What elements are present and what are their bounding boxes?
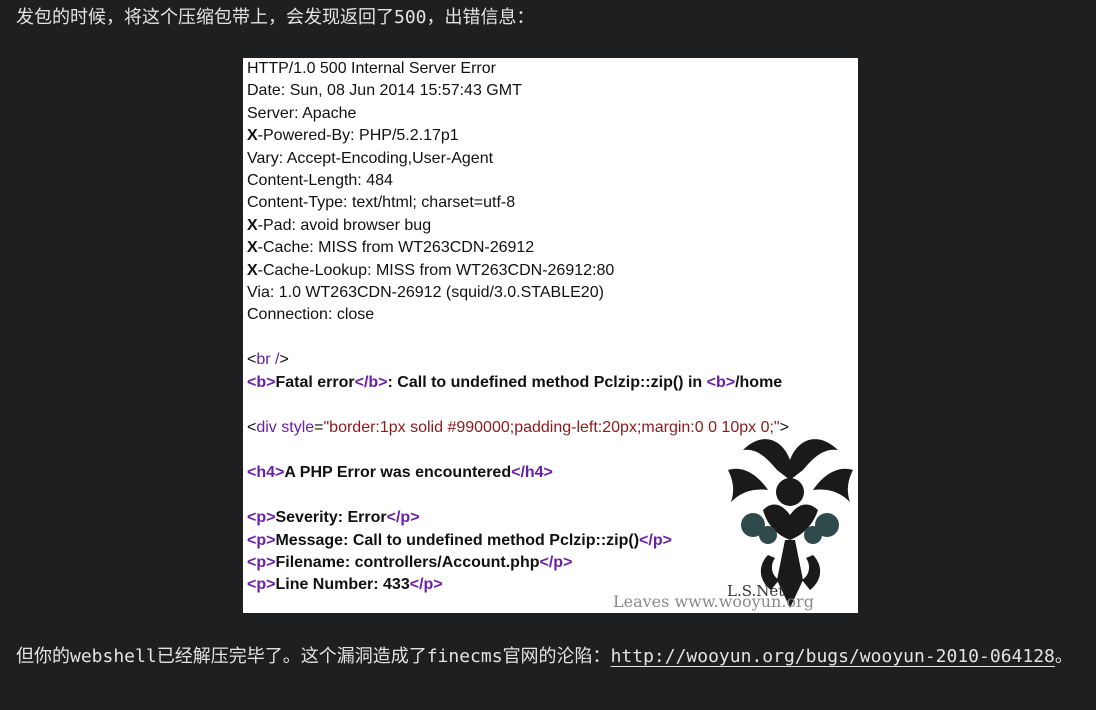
div-style-line: <div style="border:1px solid #990000;pad… bbox=[247, 417, 789, 439]
response-header-line: X-Powered-By: PHP/5.2.17p1 bbox=[247, 125, 459, 147]
h4-open-tag: <h4> bbox=[247, 464, 285, 481]
header-lead: X bbox=[247, 127, 258, 145]
p-open-tag: <p> bbox=[247, 576, 276, 593]
p-open-tag: <p> bbox=[247, 554, 276, 571]
header-lead: X bbox=[247, 239, 258, 257]
outro-text-mid1: 已经解压完毕了。这个漏洞造成了 bbox=[156, 646, 427, 667]
br-line: <br /> bbox=[247, 349, 289, 371]
b-close-tag: </b> bbox=[354, 374, 388, 391]
header-text: -Powered-By: PHP/5.2.17p1 bbox=[257, 127, 459, 145]
p-close-tag: </p> bbox=[409, 576, 443, 593]
p-text: Message: Call to undefined method Pclzip… bbox=[275, 532, 640, 549]
php-error-line: <p>Line Number: 433</p> bbox=[247, 574, 443, 596]
p-close-tag: </p> bbox=[639, 532, 672, 549]
p-text: Line Number: 433 bbox=[275, 576, 410, 593]
fatal-error-line: <b>Fatal error</b>: Call to undefined me… bbox=[247, 372, 782, 394]
code-finecms: finecms bbox=[426, 646, 503, 667]
outro-paragraph: 但你的webshell已经解压完毕了。这个漏洞造成了finecms官网的沦陷：h… bbox=[16, 638, 1091, 676]
outro-text-mid2: 官网的沦陷： bbox=[502, 646, 611, 667]
b-open-tag-2: <b> bbox=[706, 374, 736, 391]
php-error-line: <p>Severity: Error</p> bbox=[247, 507, 420, 529]
response-header-line: Connection: close bbox=[247, 304, 374, 326]
b-open-tag: <b> bbox=[247, 374, 276, 391]
header-text: HTTP/1.0 500 Internal Server Error bbox=[247, 60, 496, 77]
header-text: -Pad: avoid browser bug bbox=[257, 216, 432, 234]
div-lt: < bbox=[247, 419, 257, 436]
header-text: Date: Sun, 08 Jun 2014 15:57:43 GMT bbox=[247, 82, 522, 100]
header-lead: X bbox=[247, 261, 258, 279]
p-text: Filename: controllers/Account.php bbox=[275, 554, 540, 571]
header-text: Content-Type: text/html; charset=utf-8 bbox=[247, 194, 516, 212]
p-close-tag: </p> bbox=[386, 509, 420, 526]
header-lead: X bbox=[247, 216, 258, 234]
wooyun-bug-link[interactable]: http://wooyun.org/bugs/wooyun-2010-06412… bbox=[611, 646, 1055, 667]
response-header-line: X-Pad: avoid browser bug bbox=[247, 215, 431, 237]
header-text: Content-Length: 484 bbox=[247, 172, 393, 189]
header-text: Server: Apache bbox=[247, 104, 357, 122]
header-text: Vary: Accept-Encoding,User-Agent bbox=[247, 149, 494, 167]
br-tag: br / bbox=[256, 351, 280, 368]
response-header-line: X-Cache: MISS from WT263CDN-26912 bbox=[247, 237, 534, 259]
p-close-tag: </p> bbox=[539, 554, 573, 571]
header-text: -Cache-Lookup: MISS from WT263CDN-26912:… bbox=[257, 261, 615, 279]
status-code: 500 bbox=[394, 7, 427, 28]
fatal-label: Fatal error bbox=[275, 374, 355, 391]
br-lt: < bbox=[247, 351, 257, 368]
php-error-line: <p>Filename: controllers/Account.php</p> bbox=[247, 552, 572, 574]
p-open-tag: <p> bbox=[247, 532, 276, 549]
code-webshell: webshell bbox=[70, 646, 157, 667]
h4-text: A PHP Error was encountered bbox=[284, 464, 512, 481]
style-value: "border:1px solid #990000;padding-left:2… bbox=[323, 419, 780, 436]
header-text: Via: 1.0 WT263CDN-26912 (squid/3.0.STABL… bbox=[247, 284, 604, 301]
error-response-screenshot: HTTP/1.0 500 Internal Server Error Date: … bbox=[243, 58, 858, 613]
intro-text-before: 发包的时候，将这个压缩包带上，会发现返回了 bbox=[16, 7, 394, 28]
response-header-line: Content-Type: text/html; charset=utf-8 bbox=[247, 192, 515, 214]
watermark-bottom-text: Leaves www.wooyun.org bbox=[613, 592, 814, 611]
fatal-path: /home bbox=[735, 374, 783, 391]
outro-text-after: 。 bbox=[1054, 646, 1073, 667]
style-attr: style bbox=[276, 419, 315, 436]
div-tag: div bbox=[256, 419, 277, 436]
header-text: -Cache: MISS from WT263CDN-26912 bbox=[257, 239, 535, 257]
br-gt: > bbox=[279, 351, 289, 368]
response-header-line: Content-Length: 484 bbox=[247, 170, 393, 192]
intro-paragraph: 发包的时候，将这个压缩包带上，会发现返回了500，出错信息： bbox=[16, 4, 535, 32]
response-header-line: X-Cache-Lookup: MISS from WT263CDN-26912… bbox=[247, 260, 614, 282]
intro-text-after: ，出错信息： bbox=[426, 7, 535, 28]
h4-close-tag: </h4> bbox=[511, 464, 553, 481]
response-header-line: Server: Apache bbox=[247, 103, 356, 125]
response-header-line: Vary: Accept-Encoding,User-Agent bbox=[247, 148, 493, 170]
outro-text-before: 但你的 bbox=[16, 646, 70, 667]
p-open-tag: <p> bbox=[247, 509, 276, 526]
watermark-bottom: Leaves www.wooyun.org bbox=[613, 592, 814, 611]
fatal-message: : Call to undefined method Pclzip::zip()… bbox=[387, 374, 707, 391]
response-header-line: Date: Sun, 08 Jun 2014 15:57:43 GMT bbox=[247, 80, 522, 102]
h4-line: <h4>A PHP Error was encountered</h4> bbox=[247, 462, 553, 484]
p-text: Severity: Error bbox=[275, 509, 387, 526]
php-error-line: <p>Message: Call to undefined method Pcl… bbox=[247, 530, 672, 552]
response-header-line: HTTP/1.0 500 Internal Server Error bbox=[247, 58, 496, 80]
response-header-line: Via: 1.0 WT263CDN-26912 (squid/3.0.STABL… bbox=[247, 282, 604, 304]
header-text: Connection: close bbox=[247, 306, 375, 324]
